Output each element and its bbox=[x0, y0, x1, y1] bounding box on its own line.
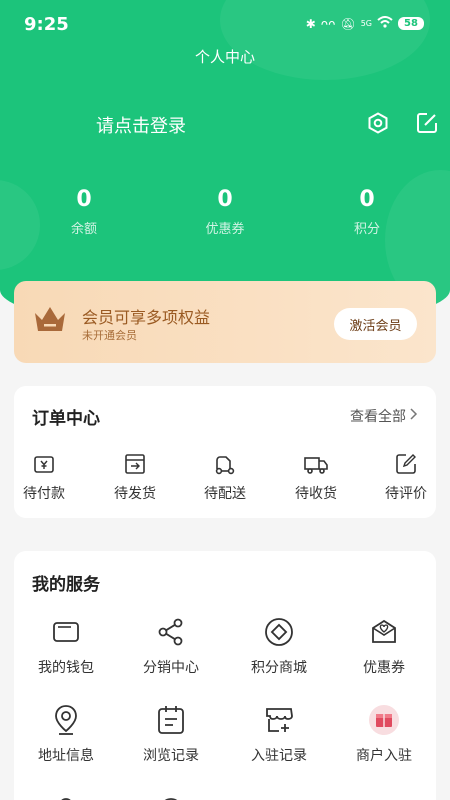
settings-icon[interactable] bbox=[365, 110, 391, 136]
crown-icon bbox=[32, 301, 68, 341]
stat-label: 积分 bbox=[353, 222, 380, 237]
service-address[interactable]: 地址信息 bbox=[16, 703, 116, 765]
stat-label: 余额 bbox=[70, 222, 97, 237]
chevron-right-icon bbox=[410, 408, 418, 424]
wifi-icon bbox=[377, 16, 393, 31]
service-label: 浏览记录 bbox=[143, 748, 199, 764]
store-add-icon bbox=[229, 703, 329, 737]
merchant-gift-icon bbox=[334, 703, 434, 737]
stat-label: 优惠券 bbox=[205, 222, 245, 237]
order-label: 待发货 bbox=[114, 486, 156, 502]
stat-value: 0 bbox=[217, 187, 233, 212]
bluetooth-icon: ✱ bbox=[305, 16, 316, 31]
order-pending-delivery[interactable]: 待配送 bbox=[185, 451, 265, 503]
service-settle-records[interactable]: 入驻记录 bbox=[229, 703, 329, 765]
earbuds-icon: ᴖᴖ bbox=[320, 16, 336, 31]
service-coupons[interactable]: 优惠券 bbox=[334, 615, 434, 677]
more-services-row bbox=[14, 790, 436, 800]
truck-icon bbox=[276, 451, 356, 477]
page-title: 个人中心 bbox=[194, 48, 255, 66]
service-label: 商户入驻 bbox=[356, 748, 412, 764]
stat-balance[interactable]: 0 余额 bbox=[34, 186, 134, 237]
service-distribution[interactable]: 分销中心 bbox=[121, 615, 221, 677]
history-list-icon bbox=[121, 703, 221, 737]
edit-icon[interactable] bbox=[414, 110, 440, 136]
service-label: 分销中心 bbox=[143, 660, 199, 676]
review-pen-icon bbox=[366, 451, 446, 477]
status-time: 9:25 bbox=[24, 14, 69, 35]
signal-label: 5G bbox=[360, 19, 372, 28]
location-pin-icon bbox=[16, 703, 116, 737]
view-all-label: 查看全部 bbox=[350, 409, 406, 425]
member-title: 会员可享多项权益 bbox=[82, 308, 211, 327]
service-label: 我的钱包 bbox=[38, 660, 94, 676]
stat-coupons[interactable]: 0 优惠券 bbox=[175, 186, 275, 237]
status-bar: 9:25 ✱ ᴖᴖ 🔕︎ 5G 58 bbox=[0, 0, 450, 50]
points-diamond-icon bbox=[229, 615, 329, 649]
order-pending-shipment[interactable]: 待发货 bbox=[95, 451, 175, 503]
service-label: 优惠券 bbox=[363, 660, 405, 676]
coupon-envelope-icon bbox=[334, 615, 434, 649]
service-merchant-join[interactable]: 商户入驻 bbox=[334, 703, 434, 765]
ship-box-icon bbox=[95, 451, 175, 477]
order-label: 待付款 bbox=[23, 486, 65, 502]
order-pending-receipt[interactable]: 待收货 bbox=[276, 451, 356, 503]
share-icon bbox=[121, 615, 221, 649]
my-services-title: 我的服务 bbox=[32, 575, 100, 595]
order-label: 待配送 bbox=[204, 486, 246, 502]
battery-icon: 58 bbox=[398, 17, 424, 30]
order-label: 待评价 bbox=[385, 486, 427, 502]
service-label: 入驻记录 bbox=[251, 748, 307, 764]
stat-value: 0 bbox=[359, 187, 375, 212]
order-pending-payment[interactable]: 待付款 bbox=[4, 451, 84, 503]
wallet-card-icon bbox=[16, 615, 116, 649]
login-link[interactable]: 请点击登录 bbox=[96, 112, 186, 138]
order-pending-review[interactable]: 待评价 bbox=[366, 451, 446, 503]
order-label: 待收货 bbox=[295, 486, 337, 502]
order-center-title: 订单中心 bbox=[32, 409, 100, 429]
service-browsing-history[interactable]: 浏览记录 bbox=[121, 703, 221, 765]
stat-points[interactable]: 0 积分 bbox=[317, 186, 417, 237]
mute-bell-icon: 🔕︎ bbox=[340, 16, 356, 31]
membership-banner: 会员可享多项权益 未开通会员 激活会员 bbox=[14, 281, 436, 363]
service-label: 地址信息 bbox=[38, 748, 94, 764]
member-subtitle: 未开通会员 bbox=[82, 329, 137, 342]
delivery-scooter-icon bbox=[185, 451, 265, 477]
stat-value: 0 bbox=[76, 187, 92, 212]
status-icons: ✱ ᴖᴖ 🔕︎ 5G 58 bbox=[306, 16, 424, 31]
service-my-wallet[interactable]: 我的钱包 bbox=[16, 615, 116, 677]
view-all-orders-link[interactable]: 查看全部 bbox=[350, 406, 418, 426]
wallet-icon bbox=[4, 451, 84, 477]
service-label: 积分商城 bbox=[251, 660, 307, 676]
service-points-mall[interactable]: 积分商城 bbox=[229, 615, 329, 677]
activate-member-button[interactable]: 激活会员 bbox=[334, 308, 417, 340]
